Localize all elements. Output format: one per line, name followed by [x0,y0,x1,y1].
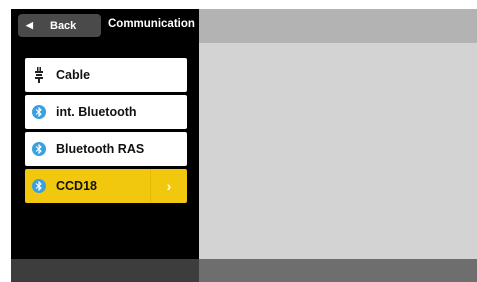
bottom-bar-right [199,259,477,282]
bluetooth-icon [32,105,46,119]
left-panel: ◀ Back Communication Cable int. Bluetoot… [11,9,199,259]
list-item-ccd18[interactable]: CCD18 › [24,168,188,204]
device-screen: ◀ Back Communication Cable int. Bluetoot… [11,9,477,282]
page-title: Communication [108,18,195,30]
right-header-bar [199,9,477,43]
item-label: Bluetooth RAS [56,142,145,156]
list-item-int-bluetooth[interactable]: int. Bluetooth [24,94,188,130]
communication-list: Cable int. Bluetooth Bluetooth RAS CCD18… [24,57,188,205]
chevron-right-icon[interactable]: › [150,169,187,203]
bottom-bar-left [11,259,199,282]
list-item-cable[interactable]: Cable [24,57,188,93]
bluetooth-icon [32,142,46,156]
list-item-bluetooth-ras[interactable]: Bluetooth RAS [24,131,188,167]
cable-plug-icon [32,67,46,83]
back-button[interactable]: ◀ Back [18,14,101,37]
content-area [199,43,477,259]
item-label: int. Bluetooth [56,105,137,119]
triangle-left-icon: ◀ [26,20,33,30]
item-label: CCD18 [56,179,97,193]
item-label: Cable [56,68,91,82]
header: ◀ Back Communication [11,9,199,43]
bluetooth-icon [32,179,46,193]
back-label: Back [50,19,77,32]
